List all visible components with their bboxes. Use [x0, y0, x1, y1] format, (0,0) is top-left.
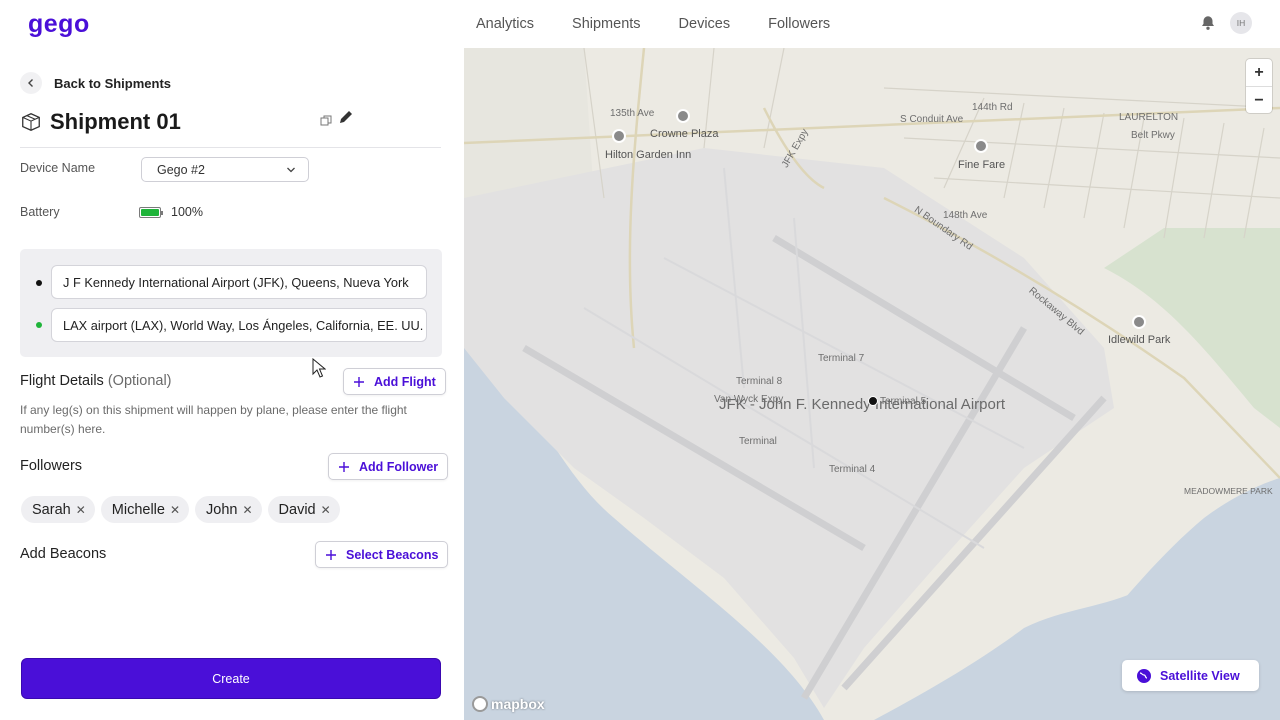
plus-icon	[354, 376, 364, 387]
remove-icon[interactable]: ✕	[321, 503, 331, 517]
map-label-hilton: Hilton Garden Inn	[605, 149, 692, 161]
follower-chip: Michelle ✕	[100, 496, 190, 523]
mapbox-logo[interactable]: mapbox	[472, 696, 545, 712]
shop-poi-icon[interactable]	[974, 139, 988, 153]
battery-icon	[139, 207, 163, 218]
map-label-terminal-8: Terminal 8	[736, 376, 783, 387]
chevron-left-icon	[20, 72, 42, 94]
nav-shipments[interactable]: Shipments	[572, 16, 641, 32]
follower-chip: Sarah ✕	[21, 496, 95, 523]
copy-icon[interactable]	[320, 115, 332, 127]
back-label: Back to Shipments	[54, 75, 172, 91]
flight-details-title: Flight Details (Optional)	[20, 373, 172, 389]
create-button[interactable]: Create	[21, 658, 441, 699]
mouse-cursor-icon	[312, 358, 326, 378]
followers-title: Followers	[20, 458, 83, 474]
back-to-shipments-link[interactable]: Back to Shipments	[20, 72, 171, 94]
add-follower-button[interactable]: Add Follower	[328, 453, 449, 480]
remove-icon[interactable]: ✕	[170, 503, 180, 517]
plus-icon	[326, 549, 336, 560]
battery-fill	[141, 209, 159, 216]
map-label-terminal: Terminal	[739, 436, 777, 447]
select-beacons-button[interactable]: Select Beacons	[315, 541, 449, 568]
nav-followers[interactable]: Followers	[768, 16, 830, 32]
optional-label: (Optional)	[107, 373, 172, 389]
zoom-in-button[interactable]: +	[1246, 59, 1272, 86]
divider	[20, 147, 441, 148]
globe-icon	[1137, 668, 1151, 683]
add-beacons-title: Add Beacons	[20, 546, 107, 562]
mapbox-icon	[472, 696, 488, 712]
map-label-148th: 148th Ave	[943, 210, 988, 221]
map-base	[464, 48, 1280, 720]
map-label-fine-fare: Fine Fare	[958, 159, 1006, 171]
nav-analytics[interactable]: Analytics	[476, 16, 534, 32]
zoom-control: + −	[1246, 59, 1272, 113]
nav-devices[interactable]: Devices	[679, 16, 731, 32]
map-label-135th: 135th Ave	[610, 108, 655, 119]
map-label-s-conduit: S Conduit Ave	[900, 114, 964, 125]
map-label-meadowmere: MEADOWMERE PARK	[1184, 486, 1273, 496]
add-flight-button[interactable]: Add Flight	[343, 368, 446, 395]
follower-chip: David ✕	[267, 496, 340, 523]
box-icon	[22, 113, 40, 131]
hotel-poi-icon[interactable]	[676, 109, 690, 123]
follower-chip: John ✕	[195, 496, 262, 523]
chevron-down-icon	[287, 167, 295, 173]
remove-icon[interactable]: ✕	[76, 503, 86, 517]
map-label-terminal-5: Terminal 5	[880, 396, 927, 407]
main-nav: Analytics Shipments Devices Followers	[476, 0, 830, 48]
map-label-van-wyck: Van Wyck Expy	[714, 394, 784, 405]
follower-chips: Sarah ✕ Michelle ✕ John ✕ David ✕	[21, 496, 340, 523]
map-label-belt-pkwy: Belt Pkwy	[1131, 130, 1175, 141]
title-row: Shipment 01	[20, 106, 440, 138]
map-label-terminal-4: Terminal 4	[829, 464, 876, 475]
remove-icon[interactable]: ✕	[242, 503, 252, 517]
hotel-poi-icon[interactable]	[612, 129, 626, 143]
origin-dot-icon	[36, 280, 42, 286]
destination-input[interactable]	[51, 308, 427, 342]
park-poi-icon[interactable]	[1132, 315, 1146, 329]
destination-dot-icon	[36, 322, 42, 328]
flight-hint-text: If any leg(s) on this shipment will happ…	[20, 403, 407, 436]
map-label-terminal-7: Terminal 7	[818, 353, 865, 364]
plus-icon	[339, 461, 349, 472]
route-box	[20, 249, 442, 357]
gego-logo[interactable]: gego	[28, 10, 90, 39]
battery-value: 100%	[171, 205, 203, 219]
page-title: Shipment 01	[50, 109, 181, 134]
top-bar: gego Analytics Shipments Devices Followe…	[0, 0, 1280, 48]
map-label-crowne-plaza: Crowne Plaza	[650, 128, 719, 140]
battery-label: Battery	[20, 205, 60, 219]
zoom-out-button[interactable]: −	[1246, 87, 1272, 114]
user-avatar[interactable]: IH	[1230, 12, 1252, 34]
map-label-idlewild-park: Idlewild Park	[1108, 334, 1171, 346]
map-label-laurelton: LAURELTON	[1119, 112, 1179, 123]
bell-icon[interactable]	[1199, 14, 1217, 32]
device-name-value: Gego #2	[157, 162, 205, 177]
map-view[interactable]: JFK - John F. Kennedy International Airp…	[464, 48, 1280, 720]
pencil-icon[interactable]	[338, 109, 354, 125]
origin-map-pin-icon[interactable]	[868, 396, 878, 406]
device-name-label: Device Name	[20, 161, 96, 175]
origin-input[interactable]	[51, 265, 427, 299]
device-name-select[interactable]: Gego #2	[141, 157, 309, 182]
shipment-form-panel: Back to Shipments Shipment 01 Device Nam…	[0, 48, 464, 720]
satellite-view-button[interactable]: Satellite View	[1122, 660, 1259, 691]
map-label-144th: 144th Rd	[972, 102, 1013, 113]
